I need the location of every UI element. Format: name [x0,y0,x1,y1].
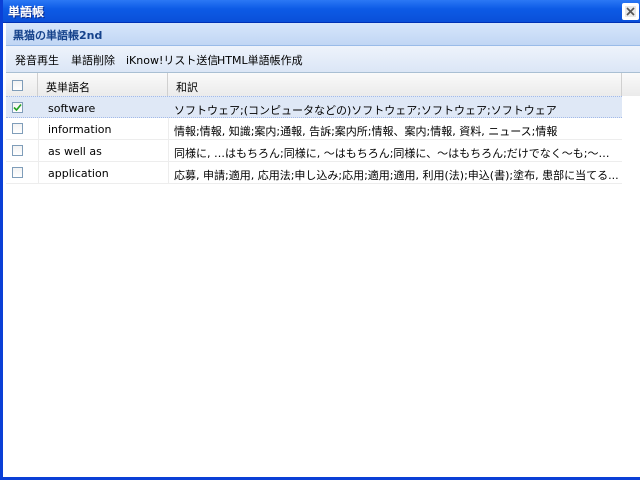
japanese-translation: ソフトウェア;(コンピュータなどの)ソフトウェア;ソフトウェア;ソフトウェア [174,104,557,117]
app-window: 単語帳 黒猫の単語帳2nd 発音再生 単語削除 iKnow!リスト送信 HTML… [0,0,640,480]
title-bar[interactable]: 単語帳 [3,0,640,23]
table-row[interactable]: software ソフトウェア;(コンピュータなどの)ソフトウェア;ソフトウェア… [6,96,622,118]
window-title: 単語帳 [8,5,45,19]
panel-header: 黒猫の単語帳2nd [6,23,640,46]
table-row[interactable]: information 情報;情報, 知識;案内;通報, 告訴;案内所;情報、案… [6,118,622,140]
select-all-checkbox[interactable] [12,80,23,91]
row-checkbox[interactable] [12,123,23,134]
play-pronunciation-button[interactable]: 発音再生 [15,52,59,68]
column-header-en-label: 英単語名 [46,81,90,94]
grid-header: 英単語名 和訳 [6,73,640,97]
html-export-button[interactable]: HTML単語帳作成 [217,52,303,68]
english-word: as well as [48,145,102,158]
english-word: application [48,167,109,180]
iknow-send-button[interactable]: iKnow!リスト送信 [126,52,218,68]
english-word: information [48,123,112,136]
japanese-translation: 情報;情報, 知識;案内;通報, 告訴;案内所;情報、案内;情報, 資料, ニュ… [174,125,558,138]
column-header-ja-label: 和訳 [176,81,198,94]
close-icon [625,6,636,17]
select-all-header[interactable] [6,73,38,96]
table-row[interactable]: as well as 同様に, …はもちろん;同様に, ～はもちろん;同様に、～… [6,140,622,162]
table-row[interactable]: application 応募, 申請;適用, 応用法;申し込み;応用;適用;適用… [6,162,622,184]
row-checkbox[interactable] [12,102,23,113]
japanese-translation: 応募, 申請;適用, 応用法;申し込み;応用;適用;適用, 利用(法);申込(書… [174,169,619,182]
row-checkbox[interactable] [12,167,23,178]
checkmark-icon [13,103,22,112]
toolbar: 発音再生 単語削除 iKnow!リスト送信 HTML単語帳作成 [6,46,640,73]
japanese-translation: 同様に, …はもちろん;同様に, ～はもちろん;同様に、～はもちろん;だけでなく… [174,147,619,160]
panel-title: 黒猫の単語帳2nd [13,29,103,42]
column-header-ja[interactable]: 和訳 [168,73,622,96]
delete-word-button[interactable]: 単語削除 [71,52,115,68]
english-word: software [48,102,96,115]
column-header-en[interactable]: 英単語名 [38,73,168,96]
row-checkbox[interactable] [12,145,23,156]
close-button[interactable] [622,3,639,20]
